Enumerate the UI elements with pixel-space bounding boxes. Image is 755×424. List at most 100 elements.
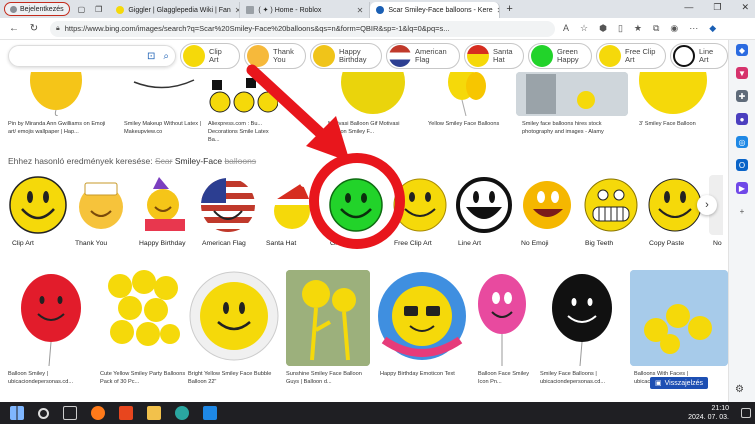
workspaces-icon[interactable]: ▢ <box>78 5 86 14</box>
result-item[interactable]: Balloon Smiley | ubicaciondepersonas.cd.… <box>8 270 94 390</box>
chip-image[interactable] <box>8 175 68 235</box>
result-image[interactable] <box>633 72 718 116</box>
chip-free-clip-art[interactable]: Free Clip Art <box>390 172 450 252</box>
copilot-sidebar-icon[interactable]: ◎ <box>736 136 748 148</box>
search-icon[interactable] <box>38 407 49 419</box>
chip-big-teeth[interactable]: Big Teeth <box>581 172 641 252</box>
back-icon[interactable]: ← <box>4 23 24 34</box>
shopping-icon[interactable]: ▼ <box>736 67 748 79</box>
result-image[interactable] <box>534 270 630 366</box>
pill-clip-art[interactable]: Clip Art <box>179 43 240 69</box>
result-image[interactable] <box>208 72 278 116</box>
pill-green-happy[interactable]: Green Happy <box>528 43 592 69</box>
chip-clip-art[interactable]: Clip Art <box>8 172 68 252</box>
close-window-icon[interactable]: ✕ <box>741 2 749 13</box>
result-image[interactable] <box>328 72 418 116</box>
result-item[interactable]: Sunshine Smiley Face Balloon Guys | Ball… <box>286 270 370 390</box>
refresh-icon[interactable]: ↻ <box>24 23 44 34</box>
profile-button[interactable]: Bejelentkezés <box>4 2 70 16</box>
pill-santa-hat[interactable]: Santa Hat <box>464 43 524 69</box>
result-item[interactable]: Smiley Makeup Without Latex | Makeupview… <box>124 72 204 144</box>
read-aloud-icon[interactable]: A <box>563 23 569 34</box>
result-image[interactable] <box>630 270 728 366</box>
chip-image[interactable] <box>135 175 195 235</box>
result-item[interactable]: Cute Yellow Smiley Party Balloons Pack o… <box>100 270 186 390</box>
favorite-icon[interactable]: ☆ <box>580 23 588 34</box>
result-image[interactable] <box>8 72 108 116</box>
result-item[interactable]: Happy Birthday Emoticon Text <box>376 270 468 390</box>
gear-icon[interactable]: ⚙ <box>735 384 744 395</box>
pill-line-art[interactable]: Line Art <box>670 43 728 69</box>
chip-copy-paste[interactable]: Copy Paste <box>645 172 705 252</box>
new-tab-icon[interactable]: + <box>506 3 512 15</box>
result-item[interactable]: Balloon Face Smiley Icon Pn... <box>474 270 530 390</box>
file-explorer-icon[interactable] <box>147 406 161 420</box>
result-item[interactable]: Bright Yellow Smiley Face Bubble Balloon… <box>188 270 280 390</box>
result-image[interactable] <box>420 72 515 116</box>
collections-icon[interactable]: ⧉ <box>653 23 659 34</box>
windows-start-icon[interactable] <box>10 406 24 420</box>
result-item[interactable]: Aliexpress.com : Bu... Decorations Smile… <box>208 72 278 144</box>
result-image[interactable] <box>100 270 186 366</box>
visual-search-icon[interactable]: ⊡ <box>147 51 155 62</box>
chip-santa-hat[interactable]: Santa Hat <box>262 172 322 252</box>
result-image[interactable] <box>474 270 530 366</box>
maximize-icon[interactable]: ❐ <box>713 2 721 13</box>
chip-american-flag[interactable]: American Flag <box>198 172 258 252</box>
notification-icon[interactable] <box>741 408 751 418</box>
chip-image[interactable] <box>645 175 705 235</box>
chip-image[interactable] <box>71 175 131 235</box>
chip-image[interactable] <box>198 175 258 235</box>
extension-icon[interactable]: ⬢ <box>599 23 607 34</box>
chip-image[interactable] <box>517 175 577 235</box>
chip-image[interactable] <box>326 175 386 235</box>
search-input[interactable]: ⊡ ⌕ <box>8 45 176 67</box>
pill-happy-birthday[interactable]: Happy Birthday <box>310 43 382 69</box>
chevron-right-icon[interactable]: › <box>697 195 717 215</box>
result-image[interactable] <box>286 270 370 366</box>
close-tab-icon[interactable]: ✕ <box>497 6 500 15</box>
tab-giggler[interactable]: Giggler | Glagglepedia Wiki | Fan ✕ <box>110 2 241 18</box>
result-item[interactable]: Smiley face balloons hires stock photogr… <box>516 72 628 144</box>
chip-image[interactable] <box>390 175 450 235</box>
minimize-icon[interactable]: — <box>684 2 693 13</box>
tab-roblox[interactable]: ( ✦ ) Home - Roblox ✕ <box>240 2 371 18</box>
chip-no-emoji[interactable]: No Emoji <box>517 172 577 252</box>
pill-free-clip-art[interactable]: Free Clip Art <box>596 43 666 69</box>
url-field[interactable]: 🔒︎ https://www.bing.com/images/search?q=… <box>50 20 555 37</box>
result-item[interactable]: Balloons With Faces | ubicaciondepersona… <box>630 270 728 390</box>
copilot-icon[interactable]: ◆ <box>709 23 716 34</box>
profile-icon[interactable]: ◉ <box>670 23 678 34</box>
result-item[interactable]: Motivasi Balloon Gif Motivasi Balloon Sm… <box>328 72 418 144</box>
result-item[interactable]: Pin by Miranda Ann Gwilliams on Emoji ar… <box>8 72 108 144</box>
result-image[interactable] <box>188 270 280 366</box>
firefox-icon[interactable] <box>91 406 105 420</box>
chip-image[interactable] <box>262 175 322 235</box>
result-image[interactable] <box>8 270 94 366</box>
chip-image[interactable] <box>454 175 514 235</box>
chip-thank-you[interactable]: Thank You <box>71 172 131 252</box>
task-view-icon[interactable] <box>63 406 77 420</box>
search-icon[interactable]: ⌕ <box>163 51 169 62</box>
add-sidebar-icon[interactable]: + <box>736 205 748 217</box>
result-image[interactable] <box>376 270 468 366</box>
chip-green-happy[interactable]: Green Happy <box>326 172 386 252</box>
result-item[interactable]: Smiley Face Balloons | ubicaciondeperson… <box>534 270 630 390</box>
chip-line-art[interactable]: Line Art <box>454 172 514 252</box>
outlook-icon[interactable]: O <box>736 159 748 171</box>
tab-actions-icon[interactable]: ❐ <box>95 5 102 14</box>
favorites-icon[interactable]: ★ <box>634 23 642 34</box>
tab-bing-search[interactable]: Scar Smiley-Face balloons - Kere ✕ <box>370 2 501 18</box>
chip-happy-birthday[interactable]: Happy Birthday <box>135 172 195 252</box>
feedback-button[interactable]: ▣ Visszajelzés <box>650 377 709 389</box>
pill-thank-you[interactable]: Thank You <box>244 43 306 69</box>
tag-icon[interactable]: ◆ <box>736 44 748 56</box>
taskbar-clock[interactable]: 21:10 2024. 07. 03. <box>688 404 729 422</box>
drop-icon[interactable]: ▶ <box>736 182 748 194</box>
games-icon[interactable]: ● <box>736 113 748 125</box>
result-item[interactable]: 3' Smiley Face Balloon <box>633 72 718 144</box>
tools-icon[interactable]: ✚ <box>736 90 748 102</box>
brave-icon[interactable] <box>119 406 133 420</box>
result-image[interactable] <box>124 72 204 116</box>
split-screen-icon[interactable]: ▯ <box>618 23 623 34</box>
